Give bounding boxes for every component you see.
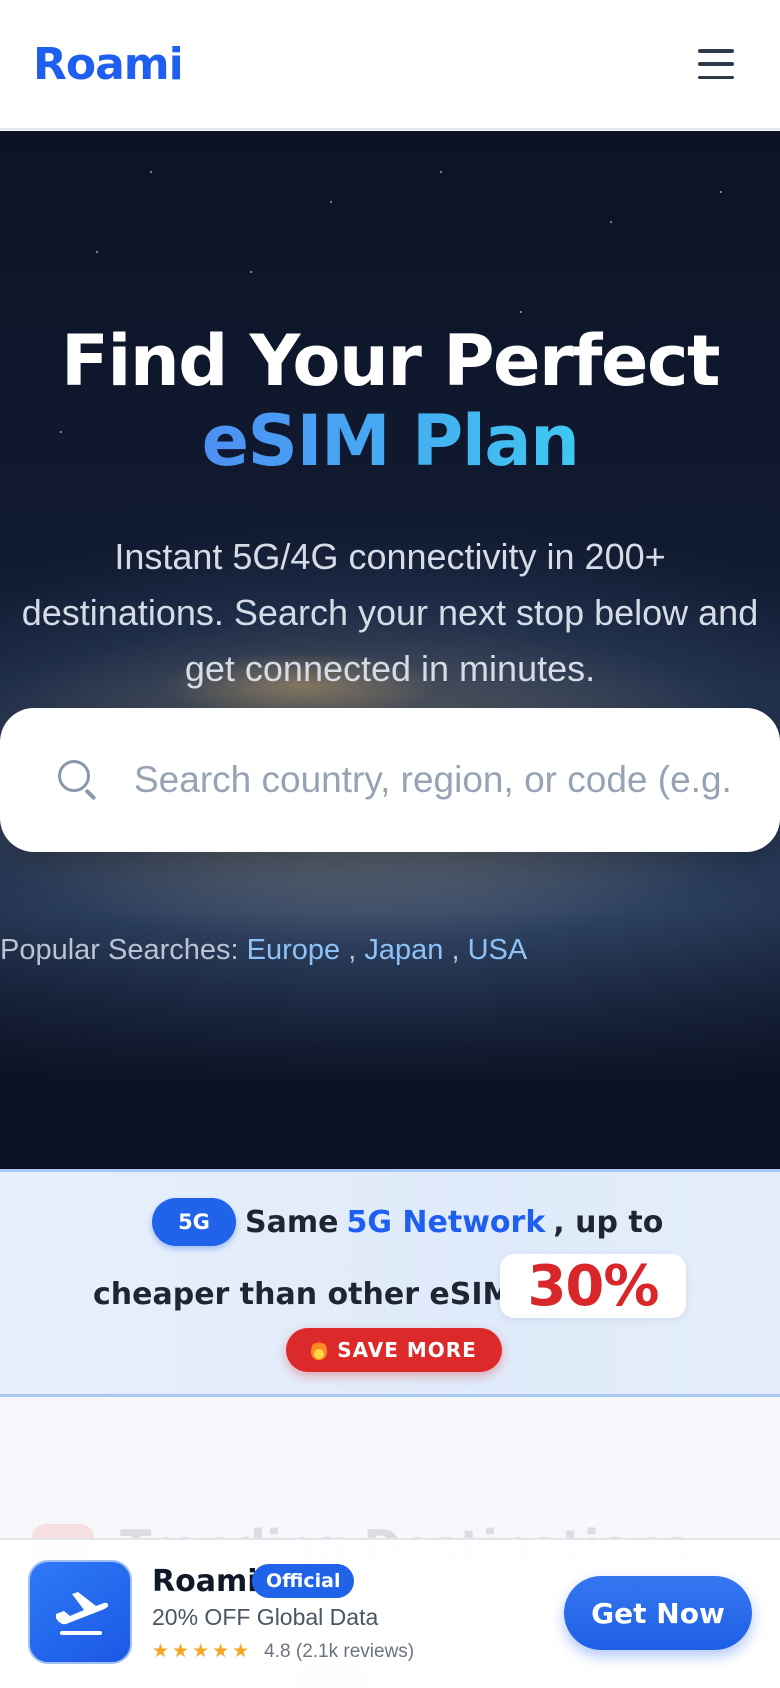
5g-badge: 5G: [152, 1198, 236, 1246]
discount-percent: 30%: [500, 1254, 686, 1319]
promo-line2: cheaper than other eSIMs: [93, 1276, 531, 1312]
official-badge: Official: [252, 1564, 355, 1598]
search-icon: [56, 758, 100, 802]
hero-title-accent: eSIM Plan: [201, 400, 580, 482]
app-rating: ★★★★★ 4.8 (2.1k reviews): [152, 1640, 414, 1663]
hero-title: Find Your Perfect eSIM Plan: [0, 321, 780, 481]
save-more-button[interactable]: SAVE MORE: [286, 1328, 502, 1372]
logo[interactable]: Roami: [33, 39, 184, 90]
search-box[interactable]: [0, 708, 780, 852]
site-header: Roami: [0, 0, 780, 130]
rating-text: 4.8 (2.1k reviews): [264, 1640, 415, 1662]
separator: ,: [451, 934, 460, 966]
hero-section: Find Your Perfect eSIM Plan Instant 5G/4…: [0, 131, 780, 1169]
star-rating-icon: ★★★★★: [152, 1641, 253, 1662]
promo-banner: 5G Same 5G Network , up to cheaper than …: [0, 1169, 780, 1397]
popular-search-usa[interactable]: USA: [468, 934, 528, 966]
separator: ,: [348, 934, 357, 966]
app-install-banner: Roami Official 20% OFF Global Data ★★★★★…: [0, 1538, 780, 1688]
fire-icon: [311, 1340, 328, 1360]
hero-title-line1: Find Your Perfect: [61, 320, 720, 402]
popular-searches-label: Popular Searches:: [0, 934, 239, 966]
app-tagline: 20% OFF Global Data: [152, 1604, 379, 1630]
search-input[interactable]: [134, 759, 734, 801]
promo-line1: Same 5G Network , up to: [245, 1204, 664, 1240]
popular-search-europe[interactable]: Europe: [247, 934, 341, 966]
popular-searches: Popular Searches: Europe , Japan , USA: [0, 934, 527, 967]
hamburger-menu-icon[interactable]: [698, 49, 734, 79]
airplane-takeoff-icon[interactable]: [28, 1560, 132, 1664]
app-name: Roami: [152, 1564, 258, 1599]
popular-search-japan[interactable]: Japan: [364, 934, 443, 966]
get-now-button[interactable]: Get Now: [564, 1576, 752, 1650]
hero-subtitle: Instant 5G/4G connectivity in 200+ desti…: [21, 536, 759, 689]
promo-network-highlight: 5G Network: [346, 1204, 546, 1240]
